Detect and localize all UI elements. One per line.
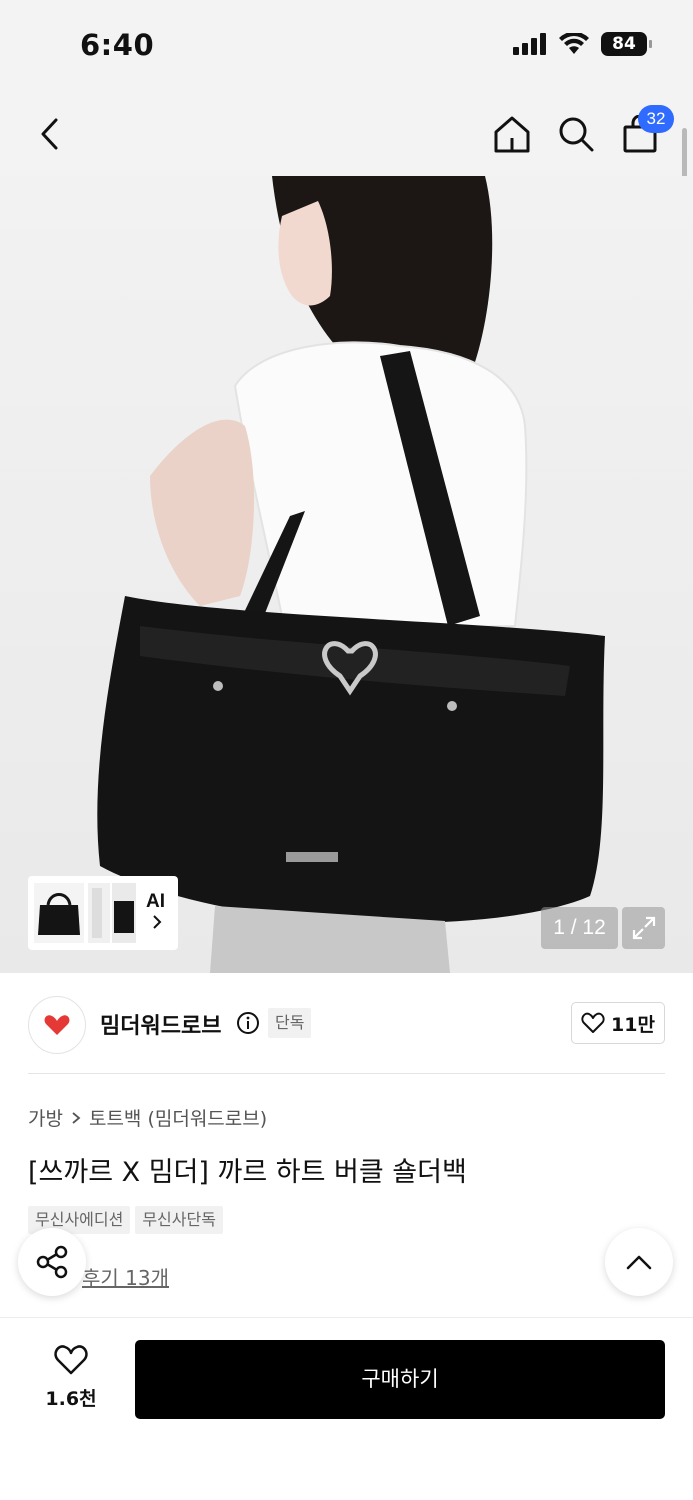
expand-icon <box>632 916 655 940</box>
ai-label: AI <box>146 891 165 912</box>
bottom-action-bar: 1.6천 구매하기 <box>0 1317 693 1500</box>
search-button[interactable] <box>552 110 600 158</box>
breadcrumb-subcategory[interactable]: 토트백 (밈더워드로브) <box>89 1104 267 1131</box>
status-icons: 84 <box>513 32 652 56</box>
brand-like-button[interactable]: 11만 <box>571 1002 665 1044</box>
chevron-up-icon <box>626 1255 652 1270</box>
status-time: 6:40 <box>80 28 155 62</box>
tag-musinsa-exclusive: 무신사단독 <box>135 1206 223 1234</box>
breadcrumb-category[interactable]: 가방 <box>28 1104 63 1131</box>
product-title: [쓰까르 X 밈더] 까르 하트 버클 숄더백 <box>28 1157 467 1188</box>
share-icon <box>36 1245 68 1279</box>
home-icon <box>494 116 530 153</box>
info-icon[interactable] <box>236 1011 260 1035</box>
cart-count-badge: 32 <box>638 105 674 133</box>
thumbnail-image <box>34 883 136 943</box>
signal-icon <box>513 33 546 55</box>
brand-name[interactable]: 밈더워드로브 <box>100 1008 221 1040</box>
share-button[interactable] <box>18 1228 86 1296</box>
chevron-right-icon <box>153 915 162 929</box>
exclusive-tag: 단독 <box>268 1008 312 1038</box>
heart-outline-icon <box>581 1012 605 1033</box>
back-button[interactable] <box>26 110 74 158</box>
nav-bar <box>0 92 693 176</box>
brand-like-count: 11만 <box>611 1013 655 1036</box>
search-icon <box>559 117 594 152</box>
brand-logo[interactable] <box>28 996 86 1054</box>
wifi-icon <box>559 33 589 54</box>
home-button[interactable] <box>488 110 536 158</box>
chevron-right-icon <box>72 1111 81 1124</box>
ai-thumbnail-strip[interactable]: AI <box>28 876 178 950</box>
wishlist-button[interactable]: 1.6천 <box>30 1344 112 1411</box>
product-photo <box>97 176 605 973</box>
battery-icon: 84 <box>601 32 652 56</box>
brand-row: 밈더워드로브 단독 11만 <box>28 994 665 1054</box>
expand-button[interactable] <box>622 907 665 949</box>
heart-outline-icon <box>54 1345 88 1375</box>
review-link[interactable]: 후기 13개 <box>82 1262 169 1291</box>
scroll-top-button[interactable] <box>605 1228 673 1296</box>
heart-logo-icon <box>44 1015 70 1035</box>
divider <box>28 1073 665 1074</box>
image-counter: 1 / 12 <box>541 907 618 949</box>
status-bar: 6:40 84 <box>0 0 693 92</box>
chevron-left-icon <box>41 118 58 150</box>
buy-button[interactable]: 구매하기 <box>135 1340 665 1419</box>
breadcrumb: 가방 토트백 (밈더워드로브) <box>28 1104 267 1131</box>
wishlist-count: 1.6천 <box>45 1388 97 1410</box>
product-image[interactable] <box>0 176 693 973</box>
